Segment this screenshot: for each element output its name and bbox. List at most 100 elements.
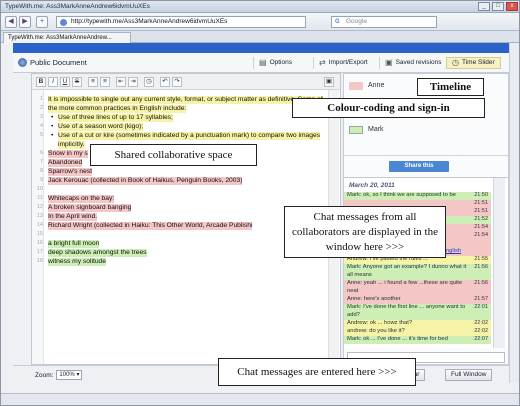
author-color-swatch bbox=[349, 82, 363, 90]
callout-chat-line: collaborators are displayed in the bbox=[291, 226, 438, 238]
line-number: 11 bbox=[37, 195, 43, 201]
chat-timestamp: 22:07 bbox=[474, 336, 488, 342]
chat-message: Mark: ok, so I think we are supposed to … bbox=[344, 192, 491, 200]
time-slider-label: Time Slider bbox=[461, 59, 495, 66]
editor-line[interactable]: deep shadows amongst the trees bbox=[48, 249, 147, 257]
chat-message-text: Andrew: ok ... howz that? bbox=[347, 320, 413, 326]
editor-line[interactable]: the more common practices in English inc… bbox=[48, 105, 187, 113]
globe-icon bbox=[60, 19, 67, 26]
bold-button[interactable]: B bbox=[36, 77, 46, 87]
time-slider-button[interactable]: ◷ Time Slider bbox=[446, 57, 501, 69]
line-number: 1 bbox=[39, 96, 43, 102]
chat-timestamp: 21:52 bbox=[474, 216, 488, 222]
tab-typewithme[interactable]: TypeWith.me: Ass3MarkAnneAndrew... bbox=[3, 32, 131, 43]
outdent-button[interactable]: ⇤ bbox=[116, 77, 126, 87]
author-mark[interactable]: Mark bbox=[346, 124, 506, 136]
full-window-button[interactable]: Full Window bbox=[445, 369, 493, 381]
minimize-button[interactable]: _ bbox=[478, 2, 490, 11]
editor-line[interactable]: a bright full moon bbox=[48, 240, 100, 248]
author-color-swatch bbox=[349, 126, 363, 134]
chat-scrollbar[interactable] bbox=[493, 178, 505, 348]
chat-timestamp: 22:02 bbox=[474, 328, 488, 334]
zoom-select[interactable]: 100% ▾ bbox=[56, 370, 83, 380]
saved-revisions-button[interactable]: ▣ Saved revisions bbox=[379, 57, 441, 69]
editor-line[interactable]: In the April wind. bbox=[48, 213, 98, 221]
swap-arrows-icon: ⇄ bbox=[319, 58, 326, 67]
callout-chat-display: Chat messages from all collaborators are… bbox=[284, 206, 446, 258]
forward-button[interactable]: ▶ bbox=[19, 16, 31, 28]
chat-timestamp: 21:56 bbox=[474, 264, 488, 270]
callout-shared-space: Shared collaborative space bbox=[90, 144, 257, 166]
chat-timestamp: 21:56 bbox=[474, 280, 488, 286]
chat-date: March 20, 2011 bbox=[349, 182, 395, 189]
status-bar bbox=[1, 393, 519, 405]
author-name: Anne bbox=[368, 82, 385, 89]
chat-panel: March 20, 2011 Mark: ok, so I think we a… bbox=[344, 177, 508, 348]
page-scrollbar[interactable] bbox=[509, 43, 519, 383]
editor-line[interactable]: Whitecaps on the bay: bbox=[48, 195, 115, 203]
line-number: 12 bbox=[36, 204, 43, 210]
underline-button[interactable]: U bbox=[60, 77, 70, 87]
import-export-button[interactable]: ⇄ Import/Export bbox=[313, 57, 368, 69]
editor-line[interactable]: Abandoned bbox=[48, 159, 83, 167]
tab-bar: TypeWith.me: Ass3MarkAnneAndrew... bbox=[1, 31, 519, 43]
editor-line[interactable]: witness my solitude bbox=[48, 258, 106, 266]
zoom-value: 100% bbox=[59, 372, 75, 378]
globe-icon bbox=[18, 58, 27, 67]
editor-line[interactable]: Use of a season word (kigo); bbox=[51, 123, 144, 131]
close-button[interactable]: x bbox=[506, 2, 518, 11]
options-label: Options bbox=[269, 59, 292, 66]
save-icon[interactable]: ▣ bbox=[324, 77, 334, 87]
line-number: 9 bbox=[39, 177, 43, 183]
numbered-list-button[interactable]: ≡ bbox=[100, 77, 110, 87]
callout-chat-line: Chat messages from all bbox=[313, 211, 417, 223]
saved-revisions-label: Saved revisions bbox=[395, 59, 442, 66]
maximize-button[interactable]: □ bbox=[492, 2, 504, 11]
back-button[interactable]: ◀ bbox=[5, 16, 17, 28]
chat-message: Anne: here's another 21:57 bbox=[344, 296, 491, 304]
line-number: 15 bbox=[36, 231, 43, 237]
bullet-list-button[interactable]: ≡ bbox=[88, 77, 98, 87]
chat-timestamp: 21:57 bbox=[474, 296, 488, 302]
strikethrough-button[interactable]: S bbox=[72, 77, 82, 87]
chat-message-text: Mark: I've done the first line ... anyon… bbox=[347, 304, 466, 310]
undo-button[interactable]: ↶ bbox=[160, 77, 170, 87]
line-number: 13 bbox=[36, 213, 43, 219]
line-number: 5 bbox=[39, 132, 43, 138]
title-bar: TypeWith.me: Ass3MarkAnneAndrew6idvmUuXE… bbox=[1, 1, 519, 13]
chat-timestamp: 22:02 bbox=[474, 320, 488, 326]
chat-timestamp: 21:50 bbox=[474, 192, 488, 198]
editor-line[interactable]: It is impossible to single out any curre… bbox=[48, 96, 323, 104]
options-icon: ▤ bbox=[259, 58, 267, 67]
editor-line[interactable]: Richard Wright (collected in Haiku: This… bbox=[48, 222, 253, 230]
options-button[interactable]: ▤ Options bbox=[253, 57, 292, 69]
chat-message: Andrew: ok ... howz that? 22:02 bbox=[344, 320, 491, 328]
redo-button[interactable]: ↷ bbox=[172, 77, 182, 87]
editor-line[interactable]: Snow in my s bbox=[48, 150, 88, 158]
editor-line[interactable]: Use of three lines of up to 17 syllables… bbox=[51, 114, 173, 122]
line-number: 8 bbox=[39, 168, 43, 174]
format-toolbar: B I U S ≡ ≡ ⇤ ⇥ ◷ ↶ ↷ ▣ bbox=[32, 74, 340, 90]
indent-button[interactable]: ⇥ bbox=[128, 77, 138, 87]
chat-timestamp: 21:51 bbox=[474, 208, 488, 214]
chat-message-text: Mark: Anyone got an example? I dunno wha… bbox=[347, 264, 467, 270]
editor-line[interactable]: A broken signboard banging bbox=[48, 204, 132, 212]
editor-line[interactable]: Jack Kerouac (collected in Book of Haiku… bbox=[48, 177, 243, 185]
address-bar[interactable]: http://typewith.me/Ass3MarkAnneAndrew6id… bbox=[56, 16, 306, 28]
editor-line[interactable]: implicitly. bbox=[58, 141, 85, 149]
new-tab-button[interactable]: + bbox=[36, 16, 48, 28]
clock-icon: ◷ bbox=[452, 58, 459, 67]
editor-line[interactable]: Use of a cut or kire (sometimes indicate… bbox=[51, 132, 321, 140]
address-text: http://typewith.me/Ass3MarkAnneAndrew6id… bbox=[71, 18, 228, 25]
browser-window: TypeWith.me: Ass3MarkAnneAndrew6idvmUuXE… bbox=[0, 0, 520, 406]
history-button[interactable]: ◷ bbox=[144, 77, 154, 87]
search-input[interactable]: G Google bbox=[331, 16, 437, 28]
callout-chat-entry: Chat messages are entered here >>> bbox=[218, 358, 416, 386]
share-button[interactable]: Share this bbox=[389, 161, 449, 172]
chat-message: Mark: Anyone got an example? I dunno wha… bbox=[344, 264, 491, 272]
editor-line[interactable]: Sparrow's nest bbox=[48, 168, 93, 176]
chat-message-text: neat bbox=[347, 288, 359, 294]
floppy-icon: ▣ bbox=[385, 58, 393, 67]
chat-message: Mark: ok ... I've done ... it's time for… bbox=[344, 336, 491, 344]
italic-button[interactable]: I bbox=[48, 77, 58, 87]
